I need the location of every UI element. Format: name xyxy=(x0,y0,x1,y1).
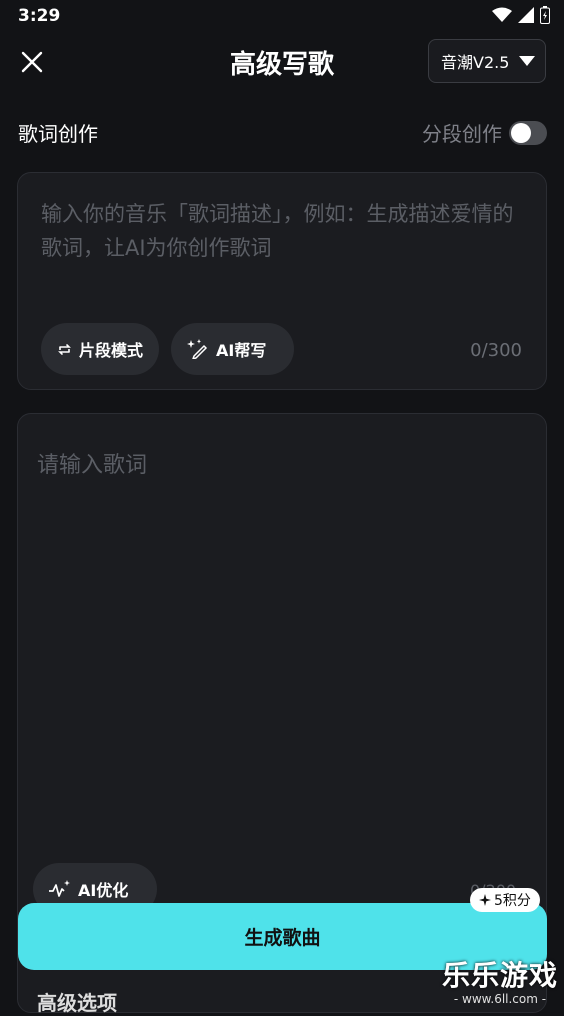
lyrics-section-label: 歌词创作 xyxy=(18,122,98,146)
status-time: 3:29 xyxy=(18,6,61,26)
segment-mode-label: 片段模式 xyxy=(79,341,144,360)
generate-song-label: 生成歌曲 xyxy=(244,927,321,949)
ai-write-label: AI帮写 xyxy=(216,341,267,360)
sparkle-wave-icon xyxy=(49,880,70,897)
star-icon xyxy=(479,894,491,906)
watermark: 乐乐游戏 - www.6ll.com - xyxy=(442,954,558,1006)
model-select-value: 音潮V2.5 xyxy=(441,53,510,72)
credit-cost-badge: 5积分 xyxy=(470,888,540,912)
battery-icon xyxy=(540,6,550,24)
description-input[interactable]: 输入你的音乐「歌词描述」，例如：生成描述爱情的歌词，让AI为你创作歌词 xyxy=(41,197,531,265)
segment-toggle-label: 分段创作 xyxy=(422,122,502,146)
credit-cost-label: 5积分 xyxy=(494,893,531,909)
watermark-main: 乐乐游戏 xyxy=(441,959,558,992)
advanced-options-label[interactable]: 高级选项 xyxy=(37,987,117,1016)
ai-optimize-label: AI优化 xyxy=(78,881,129,900)
lyrics-input[interactable]: 请输入歌词 xyxy=(37,447,147,479)
repeat-icon xyxy=(58,343,71,355)
signal-icon xyxy=(518,7,534,23)
model-select[interactable]: 音潮V2.5 xyxy=(428,39,546,83)
segment-mode-button[interactable]: 片段模式 xyxy=(41,323,159,375)
description-counter: 0/300 xyxy=(470,340,522,361)
toggle-knob xyxy=(511,123,531,143)
status-icons xyxy=(492,6,550,24)
dropdown-icon xyxy=(519,56,536,66)
magic-pen-icon xyxy=(187,339,208,359)
wifi-icon xyxy=(492,7,512,22)
ai-write-button[interactable]: AI帮写 xyxy=(171,323,294,375)
segment-toggle[interactable] xyxy=(509,121,547,145)
